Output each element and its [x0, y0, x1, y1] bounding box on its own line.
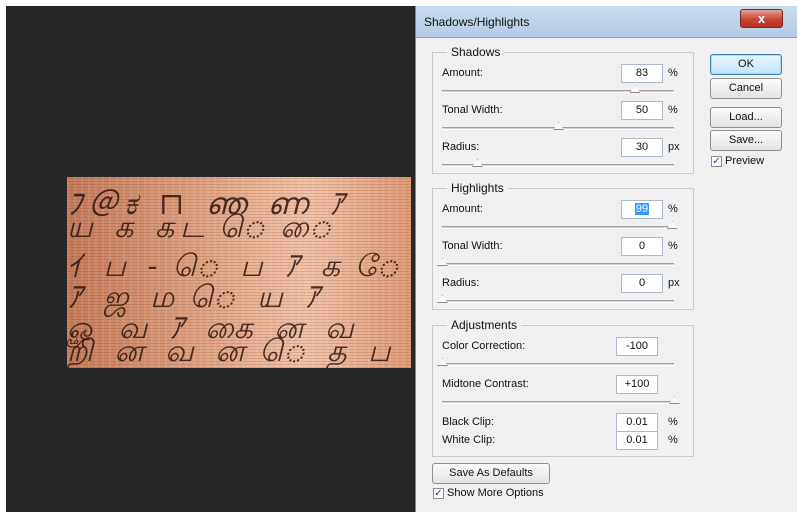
close-button[interactable]: x — [740, 9, 783, 28]
slider-thumb[interactable] — [553, 122, 564, 130]
color-correction-label: Color Correction: — [442, 340, 526, 352]
slider-thumb[interactable] — [437, 295, 448, 303]
highlights-amount-value: 99 — [634, 203, 650, 215]
save-button[interactable]: Save... — [710, 130, 782, 151]
midtone-contrast-slider[interactable] — [442, 396, 680, 404]
color-correction-slider[interactable] — [437, 358, 674, 366]
shadows-radius-input[interactable]: 30 — [621, 138, 663, 157]
highlights-amount-label: Amount: — [442, 203, 483, 215]
ok-button[interactable]: OK — [710, 54, 782, 75]
shadows-tonal-width-label: Tonal Width: — [442, 104, 503, 116]
highlights-amount-input[interactable]: 99 — [621, 200, 663, 219]
midtone-contrast-input[interactable]: +100 — [616, 375, 658, 394]
white-clip-input[interactable]: 0.01 — [616, 431, 658, 450]
shadows-amount-unit: % — [668, 67, 678, 79]
white-clip-label: White Clip: — [442, 434, 496, 446]
highlights-radius-label: Radius: — [442, 277, 480, 289]
slider-thumb[interactable] — [669, 396, 680, 404]
adjustments-legend: Adjustments — [447, 318, 522, 332]
highlights-group: Highlights Amount: 99 % Tonal Width: 0 %… — [432, 181, 694, 310]
shadows-amount-slider[interactable] — [442, 85, 674, 93]
highlights-tonal-width-input[interactable]: 0 — [621, 237, 663, 256]
black-clip-input[interactable]: 0.01 — [616, 413, 658, 432]
show-more-options-row[interactable]: ✓ Show More Options — [433, 487, 544, 499]
highlights-radius-unit: px — [668, 277, 680, 289]
shadows-tonal-width-input[interactable]: 50 — [621, 101, 663, 120]
show-more-options-checkbox[interactable]: ✓ — [433, 487, 444, 499]
highlights-tonal-width-label: Tonal Width: — [442, 240, 503, 252]
shadows-group: Shadows Amount: 83 % Tonal Width: 50 % R… — [432, 45, 694, 174]
preview-checkbox-row[interactable]: ✓ Preview — [711, 155, 764, 167]
black-clip-label: Black Clip: — [442, 416, 494, 428]
shadows-tonal-width-slider[interactable] — [442, 122, 674, 130]
preview-checkbox[interactable]: ✓ — [711, 155, 722, 167]
highlights-amount-slider[interactable] — [442, 221, 678, 229]
shadows-radius-unit: px — [668, 141, 680, 153]
highlights-tonal-width-unit: % — [668, 240, 678, 252]
slider-thumb[interactable] — [437, 358, 448, 366]
highlights-radius-slider[interactable] — [437, 295, 674, 303]
slider-thumb[interactable] — [629, 85, 641, 93]
shadows-radius-slider[interactable] — [442, 159, 674, 167]
document-canvas[interactable]: ﾌ＠ಕ ⊓ ഞ ണ ｱ ய க கட ெ ை ｲ ப - ெ ப ｱ க ே ｱ… — [6, 6, 415, 512]
shadows-tonal-width-unit: % — [668, 104, 678, 116]
highlights-tonal-width-slider[interactable] — [437, 258, 674, 266]
highlights-amount-unit: % — [668, 203, 678, 215]
slider-thumb[interactable] — [437, 258, 448, 266]
highlights-radius-input[interactable]: 0 — [621, 274, 663, 293]
save-as-defaults-button[interactable]: Save As Defaults — [432, 463, 550, 484]
color-correction-input[interactable]: -100 — [616, 337, 658, 356]
shadows-amount-label: Amount: — [442, 67, 483, 79]
black-clip-unit: % — [668, 416, 678, 428]
close-icon: x — [757, 11, 766, 26]
load-button[interactable]: Load... — [710, 107, 782, 128]
shadows-highlights-dialog: Shadows/Highlights x Shadows Amount: 83 … — [415, 6, 797, 512]
dialog-title: Shadows/Highlights — [424, 15, 530, 29]
midtone-contrast-label: Midtone Contrast: — [442, 378, 529, 390]
script-line: றி ன வ ன ெ த ப — [67, 334, 397, 368]
highlights-legend: Highlights — [447, 181, 508, 195]
slider-thumb[interactable] — [471, 159, 483, 167]
adjustments-group: Adjustments Color Correction: -100 Midto… — [432, 318, 694, 457]
palm-leaf-manuscript-image: ﾌ＠ಕ ⊓ ഞ ണ ｱ ய க கட ெ ை ｲ ப - ெ ப ｱ க ே ｱ… — [67, 177, 411, 368]
preview-label: Preview — [725, 155, 765, 167]
dialog-titlebar[interactable]: Shadows/Highlights x — [416, 6, 797, 38]
shadows-legend: Shadows — [447, 45, 505, 59]
shadows-amount-input[interactable]: 83 — [621, 64, 663, 83]
show-more-options-label: Show More Options — [447, 487, 544, 499]
slider-thumb[interactable] — [666, 221, 678, 229]
check-icon: ✓ — [712, 155, 721, 167]
white-clip-unit: % — [668, 434, 678, 446]
check-icon: ✓ — [434, 487, 443, 499]
shadows-radius-label: Radius: — [442, 141, 480, 153]
cancel-button[interactable]: Cancel — [710, 78, 782, 99]
